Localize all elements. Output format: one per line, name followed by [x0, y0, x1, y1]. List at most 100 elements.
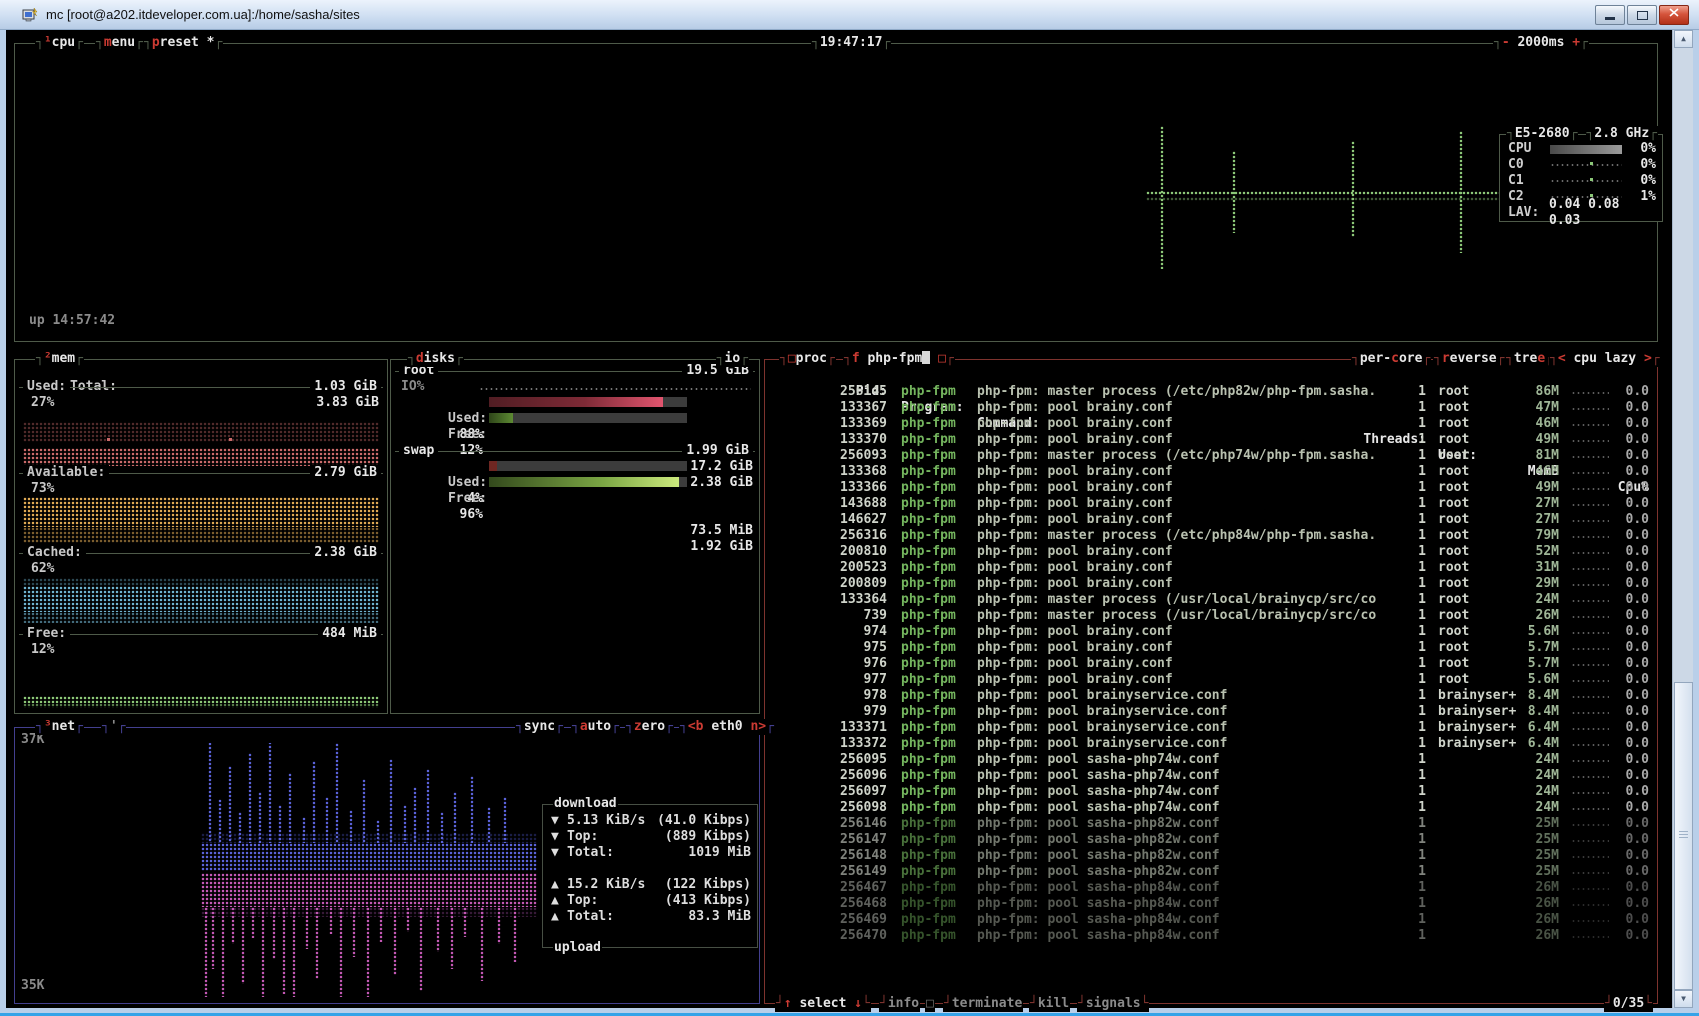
per-core-toggle[interactable]: ┐per-core┌ [1351, 351, 1431, 367]
window-titlebar[interactable]: mc [root@a202.itdeveloper.com.ua]:/home/… [0, 0, 1699, 30]
interval-plus-button[interactable]: + [1572, 35, 1580, 50]
sort-selector[interactable]: ┐< cpu lazy >┌ [1549, 351, 1661, 367]
iface-prev-button[interactable]: <b [688, 719, 704, 734]
down-arrow-icon[interactable]: ↓ [854, 996, 862, 1011]
proc-row[interactable]: 978php-fpmphp-fpm: pool brainyservice.co… [765, 688, 1657, 704]
select-control[interactable]: ┘↑ select ↓└ [775, 996, 871, 1012]
maximize-button[interactable] [1627, 5, 1657, 25]
proc-row[interactable]: 256095php-fpmphp-fpm: pool sasha-php74w.… [765, 752, 1657, 768]
proc-row[interactable]: 200523php-fpmphp-fpm: pool brainy.conf1r… [765, 560, 1657, 576]
proc-row[interactable]: 975php-fpmphp-fpm: pool brainy.conf1root… [765, 640, 1657, 656]
proc-row[interactable]: 200809php-fpmphp-fpm: pool brainy.conf1r… [765, 576, 1657, 592]
upload-arrow-icon: ▲ [551, 909, 567, 925]
terminate-button[interactable]: ┘terminate [943, 996, 1023, 1012]
sort-prev-icon[interactable]: < [1558, 351, 1566, 366]
preset-button[interactable]: ┐preset *┌ [143, 35, 223, 51]
proc-row[interactable]: 976php-fpmphp-fpm: pool brainy.conf1root… [765, 656, 1657, 672]
proc-row[interactable]: 133367php-fpmphp-fpm: pool brainy.conf1r… [765, 400, 1657, 416]
proc-row[interactable]: 200810php-fpmphp-fpm: pool brainy.conf1r… [765, 544, 1657, 560]
proc-row[interactable]: 133370php-fpmphp-fpm: pool brainy.conf1r… [765, 432, 1657, 448]
proc-row[interactable]: 146627php-fpmphp-fpm: pool brainy.conf1r… [765, 512, 1657, 528]
auto-button[interactable]: ┐auto┌ [571, 719, 620, 735]
proc-threads: 1 [1331, 560, 1426, 576]
disk-root-free-row: Free: 12% 2.38 GiB [401, 411, 753, 427]
disk-io-label: IO% [401, 379, 424, 395]
proc-row[interactable]: 256145php-fpmphp-fpm: master process (/e… [765, 384, 1657, 400]
proc-command: php-fpm: pool brainyservice.conf [977, 736, 1227, 752]
proc-row[interactable]: 256098php-fpmphp-fpm: pool sasha-php74w.… [765, 800, 1657, 816]
zero-button[interactable]: ┐zero┌ [625, 719, 674, 735]
reverse-toggle[interactable]: ┐reverse┌ [1433, 351, 1505, 367]
proc-memb: 27M [1491, 512, 1559, 528]
signals-button[interactable]: ┘signals└ [1077, 996, 1149, 1012]
upload-arrow-icon: ▲ [551, 893, 567, 909]
graph-spike [487, 807, 491, 843]
proc-row[interactable]: 974php-fpmphp-fpm: pool brainy.conf1root… [765, 624, 1657, 640]
proc-pid: 977 [771, 672, 887, 688]
process-filter[interactable]: ┐f php-fpm □┌ [843, 351, 955, 367]
interface-switcher[interactable]: ┐<b eth0 n>┌ [679, 719, 775, 735]
proc-row[interactable]: 133369php-fpmphp-fpm: pool brainy.conf1r… [765, 416, 1657, 432]
iface-next-button[interactable]: n> [750, 719, 766, 734]
proc-cpu-percent: 0.0 [1609, 816, 1649, 832]
minimize-button[interactable] [1595, 5, 1625, 25]
proc-pid: 256148 [771, 848, 887, 864]
window-controls [1593, 5, 1689, 25]
proc-program: php-fpm [901, 560, 956, 576]
proc-row[interactable]: 256148php-fpmphp-fpm: pool sasha-php82w.… [765, 848, 1657, 864]
proc-row[interactable]: 256096php-fpmphp-fpm: pool sasha-php74w.… [765, 768, 1657, 784]
proc-row[interactable]: 739php-fpmphp-fpm: master process (/usr/… [765, 608, 1657, 624]
proc-memb: 25M [1491, 832, 1559, 848]
up-arrow-icon[interactable]: ↑ [784, 996, 792, 1011]
io-toggle-button[interactable]: ┐io┌ [716, 351, 749, 367]
graph-spike [238, 812, 242, 843]
graph-spike [389, 759, 393, 843]
proc-cpu-percent: 0.0 [1609, 896, 1649, 912]
proc-row[interactable]: 133368php-fpmphp-fpm: pool brainy.conf1r… [765, 464, 1657, 480]
proc-row[interactable]: 256097php-fpmphp-fpm: pool sasha-php74w.… [765, 784, 1657, 800]
proc-program: php-fpm [901, 448, 956, 464]
proc-command: php-fpm: pool brainyservice.conf [977, 688, 1227, 704]
kill-button[interactable]: ┘kill [1029, 996, 1070, 1012]
proc-threads: 1 [1331, 592, 1426, 608]
proc-row[interactable]: 143688php-fpmphp-fpm: pool brainy.conf1r… [765, 496, 1657, 512]
proc-row[interactable]: 256147php-fpmphp-fpm: pool sasha-php82w.… [765, 832, 1657, 848]
sync-button[interactable]: ┐sync┌ [515, 719, 564, 735]
proc-command: php-fpm: master process (/usr/local/brai… [977, 608, 1376, 624]
proc-cpu-percent: 0.0 [1609, 576, 1649, 592]
menu-button[interactable]: ┐menu┌ [95, 35, 144, 51]
proc-threads: 1 [1331, 576, 1426, 592]
proc-row[interactable]: 256470php-fpmphp-fpm: pool sasha-php84w.… [765, 928, 1657, 944]
proc-row[interactable]: 133372php-fpmphp-fpm: pool brainyservice… [765, 736, 1657, 752]
filter-clear-icon[interactable]: □ [938, 351, 946, 366]
proc-row[interactable]: 133366php-fpmphp-fpm: pool brainy.conf1r… [765, 480, 1657, 496]
cpu-box-number: ¹ [44, 35, 52, 50]
scrollbar-down-icon[interactable]: ▼ [1674, 990, 1693, 1008]
info-button[interactable]: ┘info [879, 996, 920, 1012]
interval-minus-button[interactable]: - [1502, 35, 1510, 50]
proc-row[interactable]: 256469php-fpmphp-fpm: pool sasha-php84w.… [765, 912, 1657, 928]
scrollbar-up-icon[interactable]: ▲ [1674, 30, 1693, 48]
proc-row[interactable]: 133364php-fpmphp-fpm: master process (/u… [765, 592, 1657, 608]
proc-row[interactable]: 256316php-fpmphp-fpm: master process (/e… [765, 528, 1657, 544]
close-button[interactable] [1659, 5, 1689, 25]
proc-row[interactable]: 979php-fpmphp-fpm: pool brainyservice.co… [765, 704, 1657, 720]
scrollbar[interactable]: ▲ ▼ [1672, 30, 1693, 1008]
sort-next-icon[interactable]: > [1644, 351, 1652, 366]
scrollbar-thumb[interactable] [1674, 682, 1693, 990]
upload-speed-row: ▲ 15.2 KiB/s (122 Kibps) [551, 877, 751, 893]
proc-row[interactable]: 977php-fpmphp-fpm: pool brainy.conf1root… [765, 672, 1657, 688]
proc-cpu-mini-graph [1571, 919, 1609, 924]
proc-cpu-percent: 0.0 [1609, 656, 1649, 672]
proc-cpu-mini-graph [1571, 695, 1609, 700]
proc-row[interactable]: 256467php-fpmphp-fpm: pool sasha-php84w.… [765, 880, 1657, 896]
proc-row[interactable]: 256149php-fpmphp-fpm: pool sasha-php82w.… [765, 864, 1657, 880]
proc-row[interactable]: 256146php-fpmphp-fpm: pool sasha-php82w.… [765, 816, 1657, 832]
mem-free-row: Free: 484 MiB [19, 626, 383, 642]
proc-row[interactable]: 256093php-fpmphp-fpm: master process (/e… [765, 448, 1657, 464]
graph-spike [325, 797, 329, 843]
filter-input[interactable]: php-fpm [867, 351, 922, 366]
tree-toggle[interactable]: ┐tree┌ [1505, 351, 1554, 367]
proc-row[interactable]: 256468php-fpmphp-fpm: pool sasha-php84w.… [765, 896, 1657, 912]
proc-row[interactable]: 133371php-fpmphp-fpm: pool brainyservice… [765, 720, 1657, 736]
